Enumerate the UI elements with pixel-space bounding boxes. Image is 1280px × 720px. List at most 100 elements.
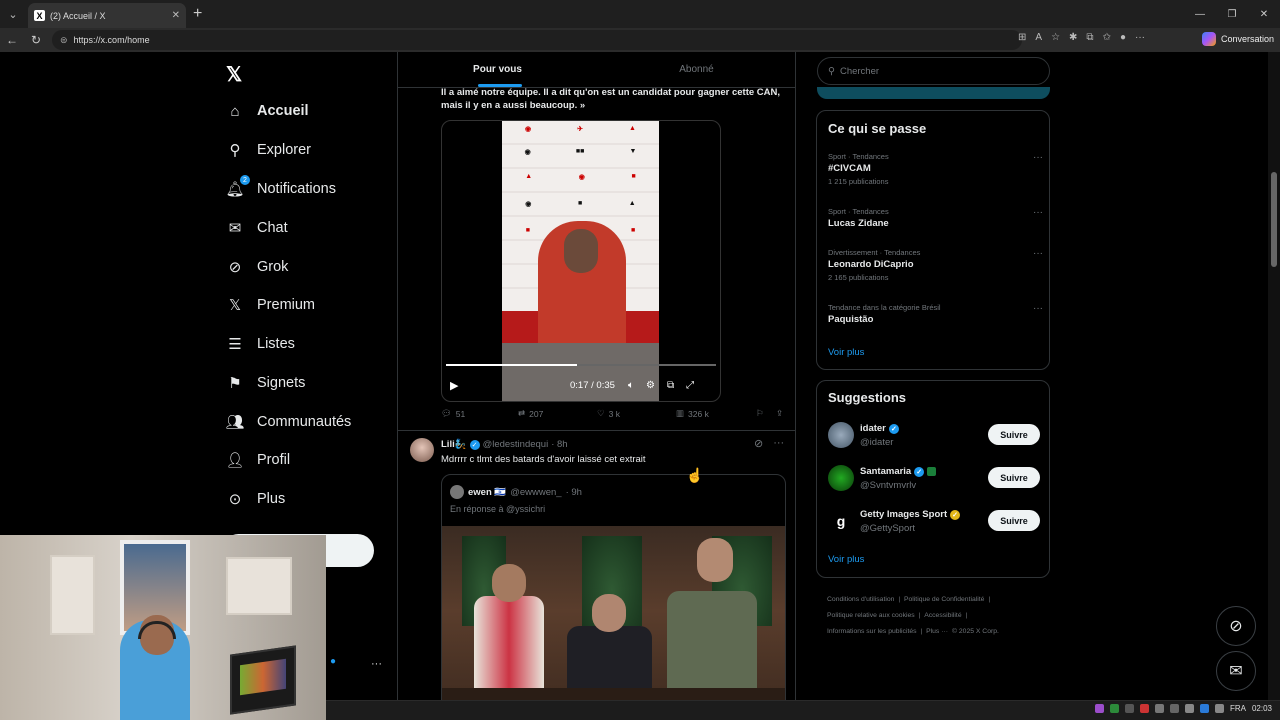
share-icon: ⇪ xyxy=(776,408,784,418)
suggestion-item[interactable]: idater ✓ @idater Suivre xyxy=(828,421,1040,451)
pip-icon[interactable]: ⧉ xyxy=(667,380,674,391)
grok-icon[interactable]: ⊘ xyxy=(754,437,763,450)
tray-app-icon[interactable] xyxy=(1154,704,1164,713)
tab-following[interactable]: Abonné xyxy=(597,52,795,87)
avatar[interactable] xyxy=(410,438,434,462)
nav-chat[interactable]: ✉ Chat xyxy=(226,213,288,243)
fullscreen-icon[interactable]: ⤢ xyxy=(686,380,694,391)
nav-label: Notifications xyxy=(257,181,336,197)
read-aloud-icon[interactable]: A xyxy=(1035,32,1042,43)
follow-button[interactable]: Suivre xyxy=(988,510,1040,531)
profile-avatar-icon[interactable]: ● xyxy=(1120,32,1126,43)
nav-grok[interactable]: ⊘ Grok xyxy=(226,252,289,282)
more-options-icon[interactable]: ··· xyxy=(1033,248,1043,259)
tab-menu-chevron-icon[interactable]: ⌄ xyxy=(0,0,26,28)
see-more-link[interactable]: Voir plus xyxy=(828,554,864,565)
nav-profile[interactable]: 👤︎ Profil xyxy=(225,445,290,475)
video-progress-bar[interactable] xyxy=(446,364,716,366)
more-options-icon[interactable]: ··· xyxy=(1033,152,1043,163)
tray-app-icon[interactable] xyxy=(1109,704,1119,713)
tray-app-icon[interactable] xyxy=(1169,704,1179,713)
favorites-icon[interactable]: ✩ xyxy=(1103,32,1111,43)
tray-app-icon[interactable] xyxy=(1124,704,1134,713)
share-button[interactable]: ⇪ xyxy=(776,408,783,419)
footer-link[interactable]: Politique relative aux cookies xyxy=(827,612,915,619)
favorite-star-icon[interactable]: ☆ xyxy=(1051,32,1060,43)
back-arrow-icon[interactable]: ← xyxy=(0,33,24,47)
tray-app-icon[interactable] xyxy=(1184,704,1194,713)
nav-bookmarks[interactable]: ⚑ Signets xyxy=(226,368,305,398)
trend-item[interactable]: Sport · Tendances Lucas Zidane ··· xyxy=(828,207,1043,229)
minimize-icon[interactable]: — xyxy=(1184,0,1216,28)
network-icon[interactable] xyxy=(1214,704,1224,713)
repost-button[interactable]: ⇄ 207 xyxy=(518,408,597,419)
clock[interactable]: 02:03 xyxy=(1252,704,1272,713)
suggestion-item[interactable]: Santamaria ✓ @Svntvmvrlv Suivre xyxy=(828,464,1040,494)
window-close-icon[interactable]: ✕ xyxy=(1248,0,1280,28)
nav-premium[interactable]: 𝕏 Premium xyxy=(226,290,315,320)
tab-close-icon[interactable]: ✕ xyxy=(172,10,180,21)
more-options-icon[interactable]: ··· xyxy=(773,437,784,450)
more-options-icon[interactable]: ··· xyxy=(1033,207,1043,218)
footer-more-link[interactable]: Plus ··· xyxy=(926,628,948,635)
nav-communities[interactable]: 👥︎ Communautés xyxy=(225,407,351,437)
volume-icon[interactable]: 🔈︎ xyxy=(628,380,634,391)
nav-notifications[interactable]: 🔔︎ 2 Notifications xyxy=(225,174,336,204)
footer-link[interactable]: Informations sur les publicités xyxy=(827,628,917,635)
footer-link[interactable]: Politique de Confidentialité xyxy=(904,596,984,603)
reply-button[interactable]: 💬︎ 51 xyxy=(441,408,518,419)
extensions-icon[interactable]: ✱ xyxy=(1069,32,1077,43)
restore-icon[interactable]: ❐ xyxy=(1216,0,1248,28)
author-name[interactable]: Lili🧞 xyxy=(441,439,467,450)
follow-button[interactable]: Suivre xyxy=(988,424,1040,445)
play-icon[interactable]: ▶ xyxy=(450,379,458,392)
quoted-post[interactable]: ewen 🇮🇱 @ewwwen_ · 9h En réponse à @yssi… xyxy=(441,474,786,700)
avatar xyxy=(828,465,854,491)
account-menu-icon[interactable]: ··· xyxy=(371,658,382,670)
suggestion-item[interactable]: g Getty Images Sport ✓ @GettySport Suivre xyxy=(828,507,1040,537)
tab-for-you[interactable]: Pour vous xyxy=(398,52,597,87)
settings-gear-icon[interactable]: ⚙ xyxy=(646,380,655,391)
refresh-icon[interactable]: ↻ xyxy=(24,33,48,47)
browser-menu-icon[interactable]: ··· xyxy=(1135,32,1145,43)
post-time[interactable]: · 8h xyxy=(551,439,567,450)
like-button[interactable]: ♡ 3 k xyxy=(597,408,676,419)
new-tab-plus-icon[interactable]: + xyxy=(193,5,202,23)
url-field[interactable]: ⊜ https://x.com/home xyxy=(52,30,1022,50)
footer-link[interactable]: Conditions d'utilisation xyxy=(827,596,894,603)
bluetooth-icon[interactable] xyxy=(1199,704,1209,713)
nav-explore[interactable]: ⚲ Explorer xyxy=(226,135,312,165)
app-icon[interactable]: ⊞ xyxy=(1018,32,1026,43)
more-options-icon[interactable]: ··· xyxy=(1033,303,1043,314)
trend-item[interactable]: Divertissement · Tendances Leonardo DiCa… xyxy=(828,248,1043,282)
quoted-media-image[interactable] xyxy=(442,526,785,700)
page-scrollbar[interactable] xyxy=(1268,52,1280,700)
nav-lists[interactable]: ☰ Listes xyxy=(226,329,295,359)
scrollbar-thumb[interactable] xyxy=(1271,172,1277,267)
see-more-link[interactable]: Voir plus xyxy=(828,347,864,358)
nav-home[interactable]: ⌂ Accueil xyxy=(226,96,308,126)
reply-count: 51 xyxy=(455,408,466,419)
grok-fab-icon[interactable]: ⊘ xyxy=(1216,606,1256,646)
views-button[interactable]: ▥ 326 k xyxy=(676,408,756,419)
site-info-icon[interactable]: ⊜ xyxy=(60,35,68,46)
bookmark-button[interactable]: ⚐ xyxy=(756,408,776,419)
browser-tab[interactable]: X (2) Accueil / X ✕ xyxy=(28,3,186,28)
tray-app-icon[interactable] xyxy=(1139,704,1149,713)
premium-banner[interactable] xyxy=(817,87,1050,99)
trend-item[interactable]: Sport · Tendances #CIVCAM 1 215 publicat… xyxy=(828,152,1043,186)
messages-fab-icon[interactable]: ✉ xyxy=(1216,651,1256,691)
footer-link[interactable]: Accessibilité xyxy=(924,612,961,619)
trend-item[interactable]: Tendance dans la catégorie Brésil Paquis… xyxy=(828,303,1043,325)
author-handle[interactable]: @ledestindequi xyxy=(483,439,549,450)
split-screen-icon[interactable]: ⧉ xyxy=(1086,32,1093,43)
post-divider xyxy=(398,430,795,431)
search-input[interactable]: ⚲ Chercher xyxy=(817,57,1050,85)
nav-more[interactable]: ⊙ Plus xyxy=(226,484,286,514)
tray-app-icon[interactable] xyxy=(1094,704,1104,713)
video-player[interactable]: ◉✈▲ ◉■■▼ ▲◉■ ◉■▲ ■◉■ ▶ 0:17 / 0:35 🔈︎ ⚙ … xyxy=(441,120,721,402)
follow-button[interactable]: Suivre xyxy=(988,467,1040,488)
x-logo-icon[interactable]: 𝕏 xyxy=(226,62,242,87)
copilot-conversation-button[interactable]: Conversation xyxy=(1202,32,1274,46)
language-indicator[interactable]: FRA xyxy=(1230,704,1246,713)
